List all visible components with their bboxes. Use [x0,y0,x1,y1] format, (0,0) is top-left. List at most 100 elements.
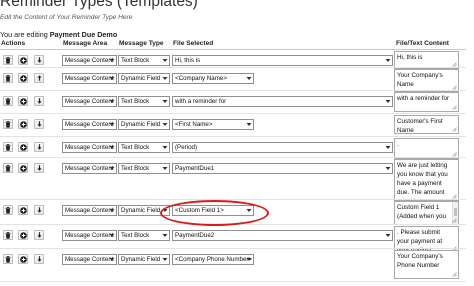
message-type-select[interactable]: Text Block [118,163,170,174]
move-row-down-button[interactable] [34,119,44,129]
add-row-button[interactable] [18,230,28,240]
content-text: . [397,141,399,148]
delete-row-button[interactable] [3,254,13,264]
delete-row-button[interactable] [3,230,13,240]
delete-row-button[interactable] [3,55,13,65]
add-row-button[interactable] [18,55,28,65]
trash-icon [5,97,11,105]
file-selected-select[interactable]: (Period) [172,142,393,153]
content-textarea[interactable]: . [394,138,459,159]
add-row-button[interactable] [18,119,28,129]
message-area-select[interactable]: Message Content [62,119,117,130]
chevron-down-icon [162,234,168,237]
file-selected-select[interactable]: with a reminder for [172,96,393,107]
editing-prefix: You are editing [0,30,48,39]
plus-circle-icon [19,56,27,64]
delete-row-button[interactable] [3,163,13,173]
content-textarea[interactable]: with a reminder for [394,92,459,112]
add-row-button[interactable] [18,205,28,215]
file-selected-select[interactable]: <Custom Field 1> [172,205,254,216]
table-row: Message Content Text Block PaymentDue2. Pl… [0,225,466,253]
table-row: Message Content Dynamic Field <Custom Fiel… [0,200,466,225]
content-text: with a reminder for [397,95,450,102]
scrollbar-thumb[interactable] [454,208,457,216]
editing-name: Payment Due Demo [49,30,118,39]
message-type-select[interactable]: Dynamic Field [118,73,170,84]
arrow-down-icon [36,207,42,213]
content-textarea[interactable]: Custom Field 1 (Added when you [394,201,459,225]
plus-circle-icon [19,143,27,151]
move-row-down-button[interactable] [34,163,44,173]
add-row-button[interactable] [18,96,28,106]
message-type-select[interactable]: Text Block [118,142,170,153]
trash-icon [5,206,11,214]
chevron-down-icon [246,77,252,80]
message-area-select[interactable]: Message Content [62,254,117,265]
content-textarea[interactable]: Your Company's Name [394,69,459,92]
message-type-select[interactable]: Dynamic Field [118,205,170,216]
move-row-down-button[interactable] [34,205,44,215]
message-type-select[interactable]: Text Block [118,55,170,66]
move-row-down-button[interactable] [34,96,44,106]
add-row-button[interactable] [18,73,28,83]
add-row-button[interactable] [18,163,28,173]
arrow-down-icon [36,165,42,171]
resize-grip-icon[interactable] [452,218,457,223]
message-area-select[interactable]: Message Content [62,163,117,174]
chevron-down-icon [162,123,168,126]
message-area-select[interactable]: Message Content [62,73,117,84]
arrow-down-icon [36,144,42,150]
file-selected-select[interactable]: <Company Phone Number> [172,254,254,265]
file-selected-select-value: PaymentDue2 [175,232,215,239]
chevron-down-icon [109,77,115,80]
content-textarea[interactable]: Your Company's Phone Number [394,250,459,279]
file-selected-select[interactable]: <Company Name> [172,73,254,84]
file-selected-select[interactable]: PaymentDue1 [172,163,393,174]
delete-row-button[interactable] [3,142,13,152]
file-selected-select[interactable]: Hi, this is [172,55,393,66]
chevron-down-icon [385,146,391,149]
chevron-down-icon [109,258,115,261]
add-row-button[interactable] [18,142,28,152]
delete-row-button[interactable] [3,73,13,83]
chevron-down-icon [385,167,391,170]
file-selected-select[interactable]: PaymentDue2 [172,230,393,241]
content-text: Customer's First Name [397,118,443,134]
delete-row-button[interactable] [3,205,13,215]
plus-circle-icon [19,164,27,172]
move-row-down-button[interactable] [34,254,44,264]
delete-row-button[interactable] [3,119,13,129]
move-row-down-button[interactable] [34,230,44,240]
resize-grip-icon[interactable] [452,272,457,277]
chevron-down-icon [162,209,168,212]
move-row-down-button[interactable] [34,142,44,152]
message-area-select[interactable]: Message Content [62,230,117,241]
arrow-up-icon [36,75,42,81]
file-selected-select-value: Hi, this is [175,57,201,64]
content-textarea[interactable]: We are just letting you know that you ha… [394,159,459,201]
content-textarea[interactable]: Customer's First Name [394,115,459,134]
move-row-up-button[interactable] [34,73,44,83]
chevron-down-icon [385,234,391,237]
trash-icon [5,120,11,128]
message-type-select[interactable]: Dynamic Field [118,119,170,130]
message-type-select[interactable]: Text Block [118,96,170,107]
message-area-select[interactable]: Message Content [62,205,117,216]
file-selected-select[interactable]: <First Name> [172,119,254,130]
file-selected-select-value: <First Name> [175,121,213,128]
chevron-down-icon [162,77,168,80]
message-area-select[interactable]: Message Content [62,142,117,153]
resize-grip-icon[interactable] [452,105,457,110]
file-selected-select-value: <Company Phone Number> [175,256,253,263]
message-type-select[interactable]: Dynamic Field [118,254,170,265]
message-type-select[interactable]: Text Block [118,230,170,241]
table-row: Message Content Dynamic Field <Company Pho… [0,249,466,282]
move-row-down-button[interactable] [34,55,44,65]
message-area-select[interactable]: Message Content [62,96,117,107]
chevron-down-icon [246,209,252,212]
message-area-select[interactable]: Message Content [62,55,117,66]
delete-row-button[interactable] [3,96,13,106]
add-row-button[interactable] [18,254,28,264]
resize-grip-icon[interactable] [452,127,457,132]
editing-line: You are editing Payment Due Demo [0,30,117,39]
